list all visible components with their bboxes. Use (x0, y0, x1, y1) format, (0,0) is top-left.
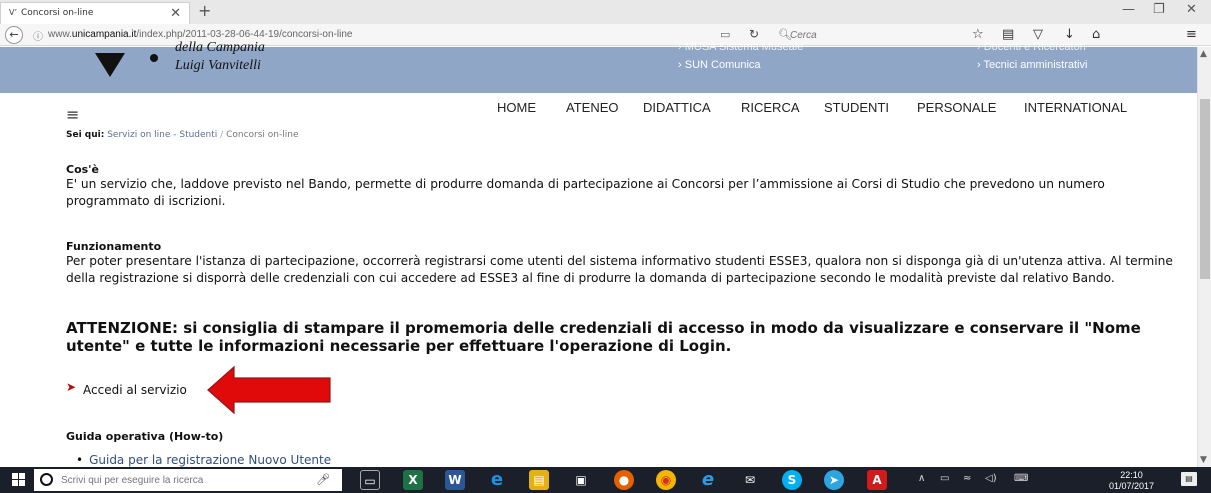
tray-wifi-icon[interactable]: ≈ (963, 473, 971, 484)
url-path: /index.php/2011-03-28-06-44-19/concorsi-… (136, 29, 353, 40)
telegram-icon[interactable]: ➤ (824, 470, 844, 490)
clock-date: 01/07/2017 (1109, 481, 1155, 491)
list-item: • Guida per la registrazione Nuovo Utente (66, 453, 331, 467)
task-view-icon[interactable]: ▭ (360, 470, 380, 490)
breadcrumb: Sei qui: Servizi on line - Studenti / Co… (66, 130, 299, 140)
warning-text: ATTENZIONE: si consiglia di stampare il … (66, 319, 1141, 355)
file-explorer-icon[interactable]: ▤ (529, 470, 549, 490)
url-domain: unicampania.it (71, 29, 137, 40)
close-window-icon[interactable]: ✕ (1186, 2, 1197, 17)
nav-home[interactable]: HOME (497, 100, 536, 115)
taskbar-search-input[interactable] (61, 473, 291, 487)
url-prefix: www. (48, 29, 72, 40)
action-center-icon[interactable]: ▤ (1181, 472, 1197, 486)
windows-taskbar: 🎤︎ ▭ X W e ▤ ▣ ● ◉ e ✉ S ➤ A ∧ ▭ ≈ ◁) ⌨ … (0, 467, 1211, 493)
address-bar[interactable]: www.unicampania.it/index.php/2011-03-28-… (48, 29, 352, 40)
tab-close-icon[interactable]: ✕ (170, 6, 181, 21)
restore-icon[interactable]: ❐ (1153, 2, 1165, 17)
excel-icon[interactable]: X (403, 470, 423, 490)
clock-time: 22:10 (1120, 470, 1143, 480)
section-text-funzionamento: Per poter presentare l'istanza di partec… (66, 254, 1173, 285)
reader-view-icon[interactable]: ▭ (720, 28, 730, 41)
red-arrow-annotation-icon (207, 365, 331, 415)
site-favicon-icon: V’ (9, 8, 18, 17)
site-header: della Campania Luigi Vanvitelli › MUSA S… (0, 40, 1197, 93)
tray-volume-icon[interactable]: ◁) (985, 473, 997, 484)
browser-search-input[interactable] (790, 27, 920, 43)
accedi-servizio-link[interactable]: Accedi al servizio (83, 383, 187, 397)
nav-studenti[interactable]: STUDENTI (824, 100, 889, 115)
header-link-musa[interactable]: › MUSA Sistema Museale (678, 41, 803, 53)
breadcrumb-link-servizi[interactable]: Servizi on line - Studenti (107, 130, 217, 140)
nav-ricerca[interactable]: RICERCA (741, 100, 800, 115)
section-text-cos-e: E' un servizio che, laddove previsto nel… (66, 177, 1105, 208)
nav-international[interactable]: INTERNATIONAL (1024, 100, 1127, 115)
tab-concorsi[interactable]: V’ Concorsi on-line ✕ (0, 2, 190, 24)
bookmark-star-icon[interactable]: ☆ (972, 27, 984, 42)
university-logo-triangle-icon (95, 53, 125, 77)
tab-title: Concorsi on-line (21, 8, 94, 18)
browser-tab-bar: V’ Concorsi on-line ✕ + — ❐ ✕ (0, 0, 1211, 24)
acrobat-icon[interactable]: A (867, 470, 887, 490)
word-icon[interactable]: W (445, 470, 465, 490)
chevron-right-icon: ➤ (66, 380, 77, 394)
breadcrumb-separator: / (220, 130, 224, 140)
tray-chevron-up-icon[interactable]: ∧ (918, 473, 925, 484)
breadcrumb-current: Concorsi on-line (226, 130, 299, 140)
section-title-cos-e: Cos'è (66, 163, 100, 176)
chrome-icon[interactable]: ◉ (656, 470, 676, 490)
bullet-icon: • (76, 453, 84, 467)
taskbar-clock[interactable]: 22:10 01/07/2017 (1109, 470, 1154, 492)
new-tab-icon[interactable]: + (198, 1, 211, 20)
page-scrollbar[interactable]: ▲ ▼ (1197, 47, 1211, 467)
store-icon[interactable]: ▣ (571, 470, 591, 490)
header-link-tecnici[interactable]: › Tecnici amministrativi (977, 59, 1087, 71)
firefox-icon[interactable]: ● (614, 470, 634, 490)
windows-start-icon[interactable] (12, 473, 26, 487)
internet-explorer-icon[interactable]: e (698, 470, 718, 490)
guida-registrazione-link[interactable]: Guida per la registrazione Nuovo Utente (89, 453, 331, 467)
scrollbar-thumb[interactable] (1200, 99, 1210, 279)
section-title-guida: Guida operativa (How-to) (66, 430, 224, 443)
nav-ateneo[interactable]: ATENEO (566, 100, 619, 115)
skype-icon[interactable]: S (782, 470, 802, 490)
header-link-sun-comunica[interactable]: › SUN Comunica (678, 59, 761, 71)
reload-icon[interactable]: ↻ (749, 27, 759, 41)
minimize-icon[interactable]: — (1122, 2, 1135, 17)
header-link-docenti[interactable]: › Docenti e Ricercatori (977, 41, 1086, 53)
tray-keyboard-icon[interactable]: ⌨ (1014, 473, 1028, 484)
microphone-icon[interactable]: 🎤︎ (316, 473, 330, 486)
bookmarks-library-icon[interactable]: ▤ (1002, 27, 1014, 42)
info-icon[interactable]: ⓘ (33, 28, 43, 43)
pocket-icon[interactable]: ▽ (1033, 27, 1043, 42)
tray-battery-icon[interactable]: ▭ (940, 473, 949, 484)
menu-icon[interactable]: ≡ (1186, 27, 1197, 42)
logo-text: Luigi Vanvitelli (175, 58, 261, 73)
mail-icon[interactable]: ✉ (740, 470, 760, 490)
home-icon[interactable]: ⌂ (1092, 27, 1100, 42)
hamburger-menu-icon[interactable]: ≡ (66, 105, 79, 124)
scroll-up-icon[interactable]: ▲ (1200, 49, 1207, 59)
taskbar-search-box[interactable]: 🎤︎ (34, 469, 342, 491)
guida-list: • Guida per la registrazione Nuovo Utente (66, 453, 331, 467)
scroll-down-icon[interactable]: ▼ (1200, 455, 1207, 465)
breadcrumb-label: Sei qui: (66, 130, 105, 140)
logo-text-cut: della Campania (175, 40, 265, 55)
section-title-funzionamento: Funzionamento (66, 240, 162, 253)
back-arrow-icon[interactable]: ← (5, 26, 23, 44)
university-logo-dot-icon (150, 54, 158, 62)
edge-icon[interactable]: e (487, 470, 507, 490)
download-icon[interactable]: ↓ (1064, 27, 1075, 42)
nav-personale[interactable]: PERSONALE (917, 100, 996, 115)
nav-didattica[interactable]: DIDATTICA (643, 100, 711, 115)
cortana-icon (40, 473, 53, 486)
